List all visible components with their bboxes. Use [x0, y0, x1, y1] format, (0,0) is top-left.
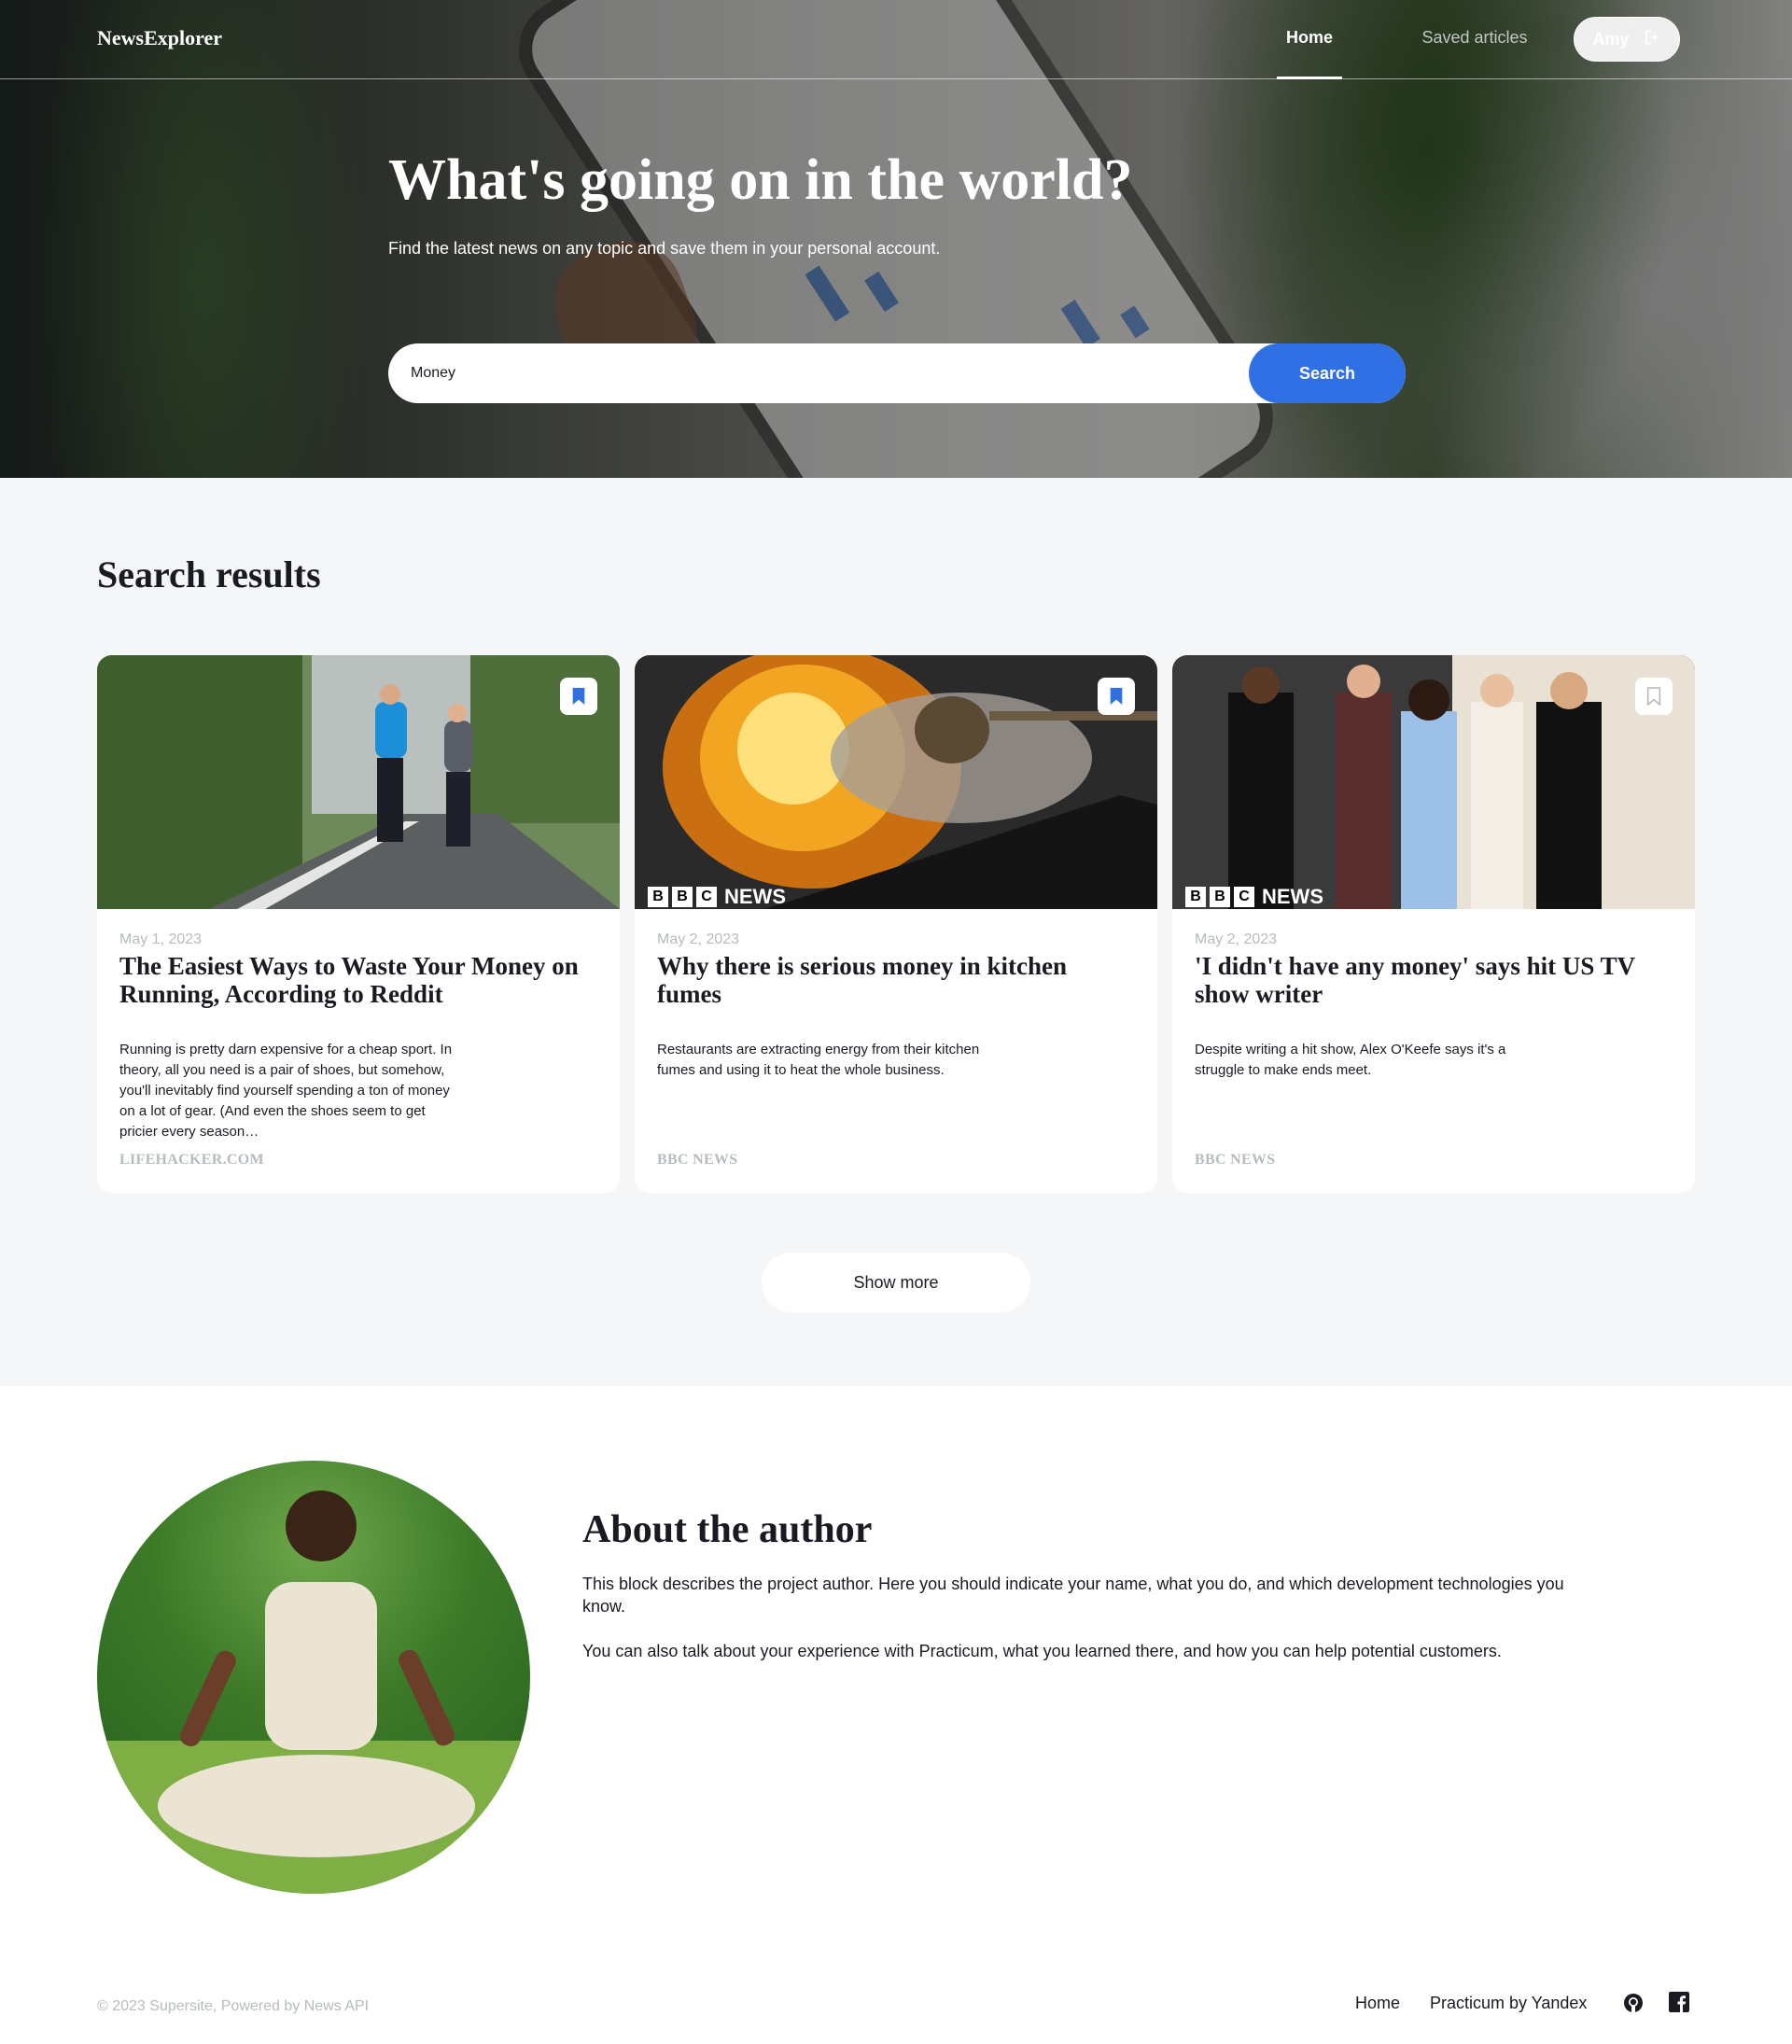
bbc-news-logo: B B C NEWS	[1185, 885, 1323, 909]
news-card-source: BBC NEWS	[1195, 1152, 1276, 1168]
footer-link-practicum[interactable]: Practicum by Yandex	[1430, 1994, 1587, 2013]
logout-icon	[1643, 28, 1661, 51]
bookmark-icon	[572, 688, 585, 705]
bookmark-button[interactable]	[1635, 678, 1673, 715]
search-form: Search	[388, 343, 1406, 403]
news-card-date: May 1, 2023	[119, 931, 203, 947]
news-card[interactable]: B B C NEWS May 2, 2023 Why there is seri…	[635, 655, 1157, 1193]
news-card-source: LIFEHACKER.COM	[119, 1152, 264, 1168]
nav-home[interactable]: Home	[1277, 0, 1342, 79]
facebook-icon[interactable]	[1669, 1992, 1691, 2014]
search-results-section: Search results May 1, 2023 The Easiest W…	[0, 478, 1792, 1386]
news-card[interactable]: B B C NEWS May 2, 2023 'I didn't have an…	[1172, 655, 1695, 1193]
user-name: Amy	[1592, 29, 1630, 49]
user-logout-button[interactable]: Amy	[1574, 17, 1680, 62]
github-icon[interactable]	[1622, 1992, 1645, 2014]
footer-link-home[interactable]: Home	[1355, 1994, 1400, 2013]
bookmark-icon	[1646, 687, 1661, 706]
bookmark-button[interactable]	[560, 678, 597, 715]
news-card-title: The Easiest Ways to Waste Your Money on …	[119, 952, 579, 1008]
news-card-source: BBC NEWS	[657, 1152, 738, 1168]
about-title: About the author	[582, 1508, 873, 1551]
nav-saved-articles[interactable]: Saved articles	[1400, 0, 1549, 79]
news-card-text: Running is pretty darn expensive for a c…	[119, 1042, 453, 1140]
hero-title: What's going on in the world?	[388, 148, 1133, 212]
about-paragraph: This block describes the project author.…	[582, 1575, 1564, 1616]
news-card-image: B B C NEWS	[635, 655, 1157, 909]
news-card-title: 'I didn't have any money' says hit US TV…	[1195, 952, 1635, 1008]
footer-copyright: © 2023 Supersite, Powered by News API	[97, 1998, 370, 2014]
news-card-text: Restaurants are extracting energy from t…	[657, 1042, 980, 1078]
hero-section: NewsExplorer Home Saved articles Amy Wha…	[0, 0, 1792, 478]
news-card-image: B B C NEWS	[1172, 655, 1695, 909]
hero-subtitle: Find the latest news on any topic and sa…	[388, 239, 941, 258]
bookmark-button[interactable]	[1098, 678, 1135, 715]
news-card-date: May 2, 2023	[657, 931, 740, 947]
search-results-title: Search results	[97, 553, 321, 595]
news-card-image	[97, 655, 620, 909]
news-card-title: Why there is serious money in kitchen fu…	[657, 952, 1068, 1008]
author-avatar	[97, 1461, 530, 1894]
about-paragraph: You can also talk about your experience …	[582, 1642, 1502, 1660]
show-more-button[interactable]: Show more	[762, 1253, 1030, 1312]
site-logo[interactable]: NewsExplorer	[97, 26, 222, 50]
news-card-text: Despite writing a hit show, Alex O'Keefe…	[1195, 1042, 1506, 1078]
news-card-date: May 2, 2023	[1195, 931, 1278, 947]
bookmark-icon	[1110, 688, 1123, 705]
site-header: NewsExplorer Home Saved articles Amy	[0, 0, 1792, 79]
search-input[interactable]	[411, 343, 1232, 403]
news-card[interactable]: May 1, 2023 The Easiest Ways to Waste Yo…	[97, 655, 620, 1193]
bbc-news-logo: B B C NEWS	[648, 885, 786, 909]
search-button[interactable]: Search	[1249, 343, 1406, 403]
